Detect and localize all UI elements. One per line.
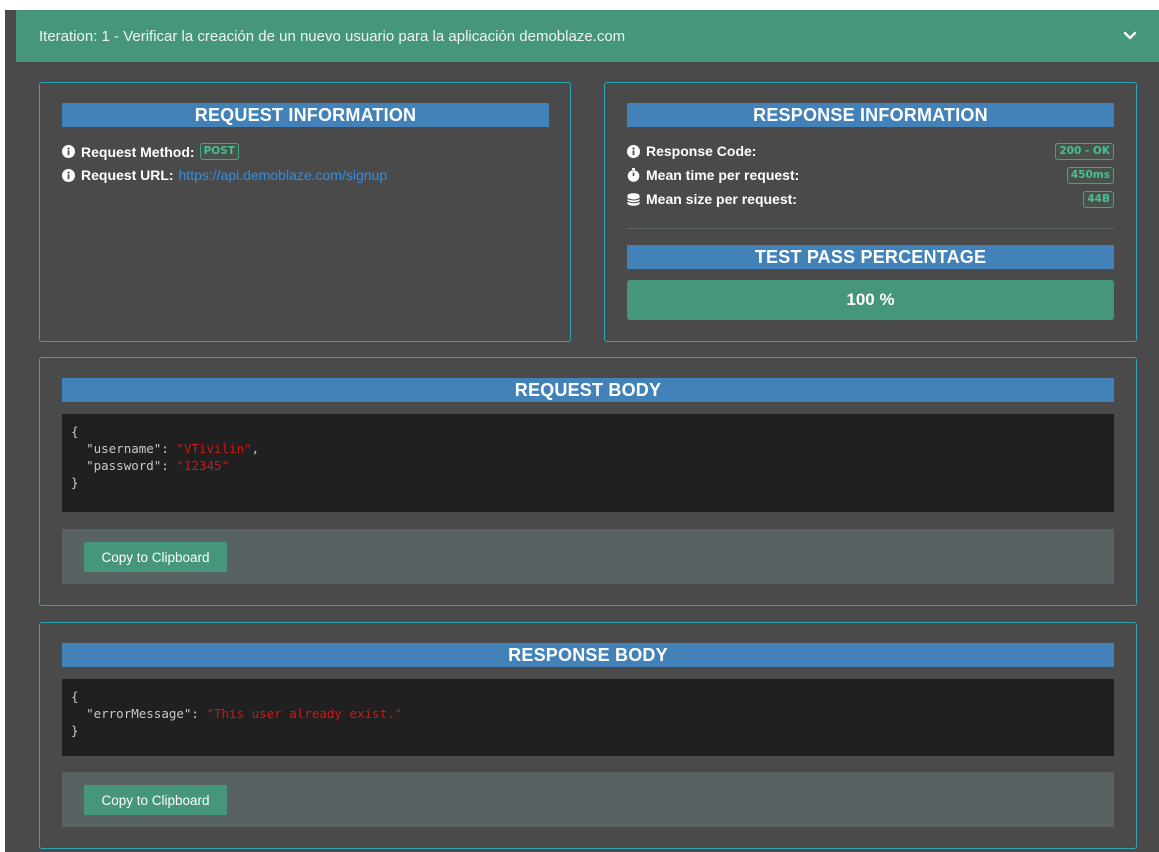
response-code-row: Response Code: 200 - OK [627, 142, 1114, 160]
mean-time-label: Mean time per request: [646, 167, 800, 183]
mean-size-badge: 44B [1083, 190, 1114, 208]
request-method-badge: POST [199, 143, 239, 160]
response-info-panel: RESPONSE INFORMATION Response Code: 200 … [604, 82, 1137, 342]
section-divider [627, 228, 1114, 229]
mean-size-row: Mean size per request: 44B [627, 190, 1114, 208]
response-body-panel: RESPONSE BODY { "errorMessage": "This us… [39, 622, 1137, 849]
request-copy-toolbar: Copy to Clipboard [62, 529, 1114, 584]
chevron-down-icon[interactable] [1121, 27, 1139, 45]
pass-percentage-value: 100 % [846, 290, 895, 309]
request-method-label: Request Method: [81, 143, 195, 160]
request-body-heading: REQUEST BODY [62, 378, 1114, 402]
request-method-row: Request Method: POST [62, 143, 239, 160]
request-url-row: Request URL: https://api.demoblaze.com/s… [62, 167, 387, 183]
copy-to-clipboard-button[interactable]: Copy to Clipboard [84, 542, 227, 572]
request-body-panel: REQUEST BODY { "username": "VTivilin", "… [39, 357, 1137, 606]
response-info-heading: RESPONSE INFORMATION [627, 103, 1114, 127]
iteration-title: Iteration: 1 - Verificar la creación de … [39, 27, 626, 45]
database-icon [627, 192, 640, 206]
request-url-label: Request URL: [81, 167, 174, 183]
pass-percentage-bar: 100 % [627, 280, 1114, 320]
info-circle-icon [62, 168, 75, 182]
response-body-code: { "errorMessage": "This user already exi… [62, 679, 1114, 756]
iteration-header[interactable]: Iteration: 1 - Verificar la creación de … [16, 10, 1159, 62]
pass-percentage-heading: TEST PASS PERCENTAGE [627, 245, 1114, 269]
response-body-heading: RESPONSE BODY [62, 643, 1114, 667]
stopwatch-icon [627, 168, 640, 182]
response-code-label: Response Code: [646, 143, 757, 159]
request-url-link[interactable]: https://api.demoblaze.com/signup [179, 167, 388, 183]
request-info-panel: REQUEST INFORMATION Request Method: POST… [39, 82, 571, 342]
response-code-badge: 200 - OK [1055, 142, 1114, 160]
mean-time-badge: 450ms [1066, 166, 1114, 184]
info-circle-icon [62, 145, 75, 158]
response-copy-toolbar: Copy to Clipboard [62, 772, 1114, 827]
info-circle-icon [627, 144, 640, 158]
mean-size-label: Mean size per request: [646, 191, 797, 207]
mean-time-row: Mean time per request: 450ms [627, 166, 1114, 184]
request-body-code: { "username": "VTivilin", "password": "1… [62, 414, 1114, 512]
iteration-panel: Iteration: 1 - Verificar la creación de … [5, 10, 1159, 852]
request-info-heading: REQUEST INFORMATION [62, 103, 549, 127]
copy-to-clipboard-button[interactable]: Copy to Clipboard [84, 785, 227, 815]
